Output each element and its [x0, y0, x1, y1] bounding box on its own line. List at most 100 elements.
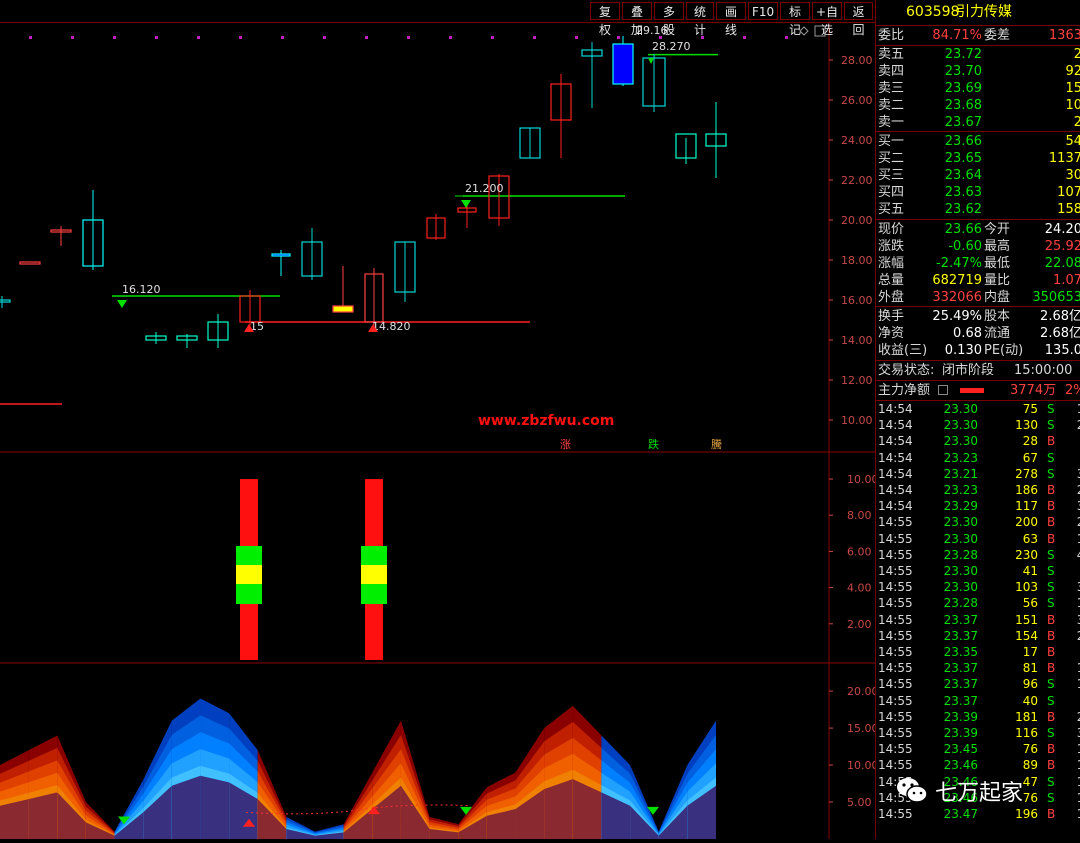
ask-level: 卖五 23.72 2 — [876, 46, 1080, 63]
candle-body — [19, 261, 41, 265]
trade-volume: 278 — [1015, 466, 1038, 481]
trade-side: B — [1047, 645, 1056, 659]
bid-price: 23.63 — [944, 185, 982, 200]
y-tick-label: 12.00 — [841, 374, 873, 387]
trade-side: S — [1047, 564, 1055, 578]
bid-label: 买二 — [878, 151, 905, 166]
bid-label: 买四 — [878, 185, 905, 200]
sell-signal-icon — [461, 200, 471, 208]
ask-volume: 10 — [1065, 98, 1080, 113]
toolbar-button-4[interactable]: 画线 — [716, 2, 746, 37]
trade-side: B — [1047, 499, 1056, 514]
trade-side: S — [1047, 596, 1055, 611]
toolbar-button-2[interactable]: 多股 — [654, 2, 684, 37]
fundamental-value: 2.68亿 — [1040, 326, 1080, 341]
toolbar-button-8[interactable]: 返回 — [844, 2, 873, 37]
trade-price: 23.28 — [943, 547, 978, 562]
trade-price: 23.30 — [943, 564, 978, 578]
toolbar-button-5[interactable]: F10 — [748, 2, 778, 20]
trade-time: 14:55 — [878, 726, 913, 740]
toolbar-button-0[interactable]: 复权 — [590, 2, 620, 37]
fundamental-value: 25.49% — [932, 309, 982, 324]
signal-fall-label: 跌 — [648, 437, 659, 451]
trade-time: 14:55 — [878, 742, 913, 757]
toolbar-button-6[interactable]: 标记 — [780, 2, 810, 37]
sell-signal-icon — [648, 58, 654, 64]
marker-dot — [113, 36, 116, 39]
price-annotation: 14.820 — [372, 320, 411, 333]
trade-count: 22 — [1062, 709, 1080, 725]
ask-label: 卖二 — [878, 98, 905, 113]
trade-price: 23.30 — [943, 515, 978, 530]
trade-count: 22 — [1062, 417, 1080, 433]
trade-side: B — [1047, 661, 1056, 676]
trade-time: 14:55 — [878, 693, 913, 708]
marker-dot — [71, 36, 74, 39]
candle-body — [332, 305, 354, 313]
site-watermark: www.zbzfwu.com — [478, 413, 614, 429]
trade-count: 12 — [1062, 595, 1080, 611]
chart-toolbar: 复权 叠加 多股 统计 画线 F10 标记 +自选 返回 — [0, 0, 875, 37]
marker-dot — [785, 36, 788, 39]
trade-row: 14:54 23.21 278 S 35 — [876, 466, 1080, 482]
trade-time: 14:54 — [878, 418, 913, 433]
trade-volume: 40 — [1022, 693, 1038, 708]
trade-count: 35 — [1062, 612, 1080, 628]
trade-row: 14:55 23.37 81 B 18 — [876, 660, 1080, 676]
toolbar-button-7[interactable]: +自选 — [812, 2, 842, 37]
trade-row: 14:55 23.30 200 B 28 — [876, 514, 1080, 530]
trade-time: 14:55 — [878, 612, 913, 627]
ask-price: 23.72 — [944, 47, 982, 62]
y-tick-label: 22.00 — [841, 174, 873, 187]
trade-price: 23.39 — [943, 726, 978, 740]
trade-count: 18 — [1062, 660, 1080, 676]
ask-volume: 2 — [1073, 47, 1080, 62]
trade-price: 23.45 — [943, 742, 978, 757]
toolbar-button-1[interactable]: 叠加 — [622, 2, 652, 37]
trade-side: S — [1047, 402, 1055, 416]
y-tick-label: 16.00 — [841, 294, 873, 307]
mainforce-label: 主力净额 — [878, 383, 931, 398]
trade-count: 29 — [1062, 628, 1080, 644]
trade-volume: 116 — [1015, 726, 1038, 740]
marker-dot — [743, 36, 746, 39]
menu-icon[interactable] — [938, 385, 948, 395]
trade-count: 9 — [1062, 693, 1080, 709]
toolbar-button-3[interactable]: 统计 — [686, 2, 714, 37]
kline-chart-area[interactable]: 28.00 26.00 24.00 22.00 20.00 18.00 16.00 14.00… — [0, 0, 879, 839]
trade-status: 交易状态: 闭市阶段 15:00:00 — [876, 362, 1080, 379]
weicha-value: 1363 — [1048, 28, 1080, 43]
trade-time: 14:55 — [878, 564, 913, 578]
marker-dot — [365, 36, 368, 39]
fundamental-row: 收益(三) 0.130 PE(动) 135.0 — [876, 342, 1080, 359]
quote-value: 24.20 — [1044, 222, 1080, 237]
marker-dot — [407, 36, 410, 39]
signal-up-label: 騰 — [711, 437, 722, 451]
ask-level: 卖四 23.70 92 — [876, 63, 1080, 80]
trade-side: S — [1047, 450, 1055, 465]
price-annotation: 21.200 — [465, 182, 504, 195]
ask-label: 卖五 — [878, 47, 905, 62]
fundamental-value: 0.130 — [944, 343, 982, 358]
signal-bar-core — [236, 565, 262, 584]
bid-volume: 107 — [1057, 185, 1080, 200]
trade-count: 35 — [1062, 466, 1080, 482]
trade-volume: 28 — [1022, 434, 1038, 449]
trade-count: 16 — [1062, 741, 1080, 757]
trade-price: 23.28 — [943, 596, 978, 611]
trade-price: 23.23 — [943, 450, 978, 465]
chart-canvas: 28.00 26.00 24.00 22.00 20.00 18.00 16.00 14.00… — [0, 22, 879, 839]
ask-level: 卖三 23.69 15 — [876, 80, 1080, 97]
mainforce-bar — [960, 388, 984, 393]
trade-status-label: 交易状态: — [878, 363, 935, 378]
trade-time: 14:55 — [878, 661, 913, 676]
trade-price: 23.30 — [943, 402, 978, 416]
trade-volume: 56 — [1022, 596, 1038, 611]
trade-row: 14:55 23.35 17 B4 — [876, 644, 1080, 660]
fundamental-row: 净资 0.68 流通 2.68亿 — [876, 325, 1080, 342]
trade-volume: 130 — [1015, 418, 1038, 433]
quote-label: 现价 — [878, 222, 905, 237]
wechat-icon — [897, 778, 928, 803]
trade-count: 14 — [1062, 401, 1080, 417]
trade-price: 23.37 — [943, 612, 978, 627]
